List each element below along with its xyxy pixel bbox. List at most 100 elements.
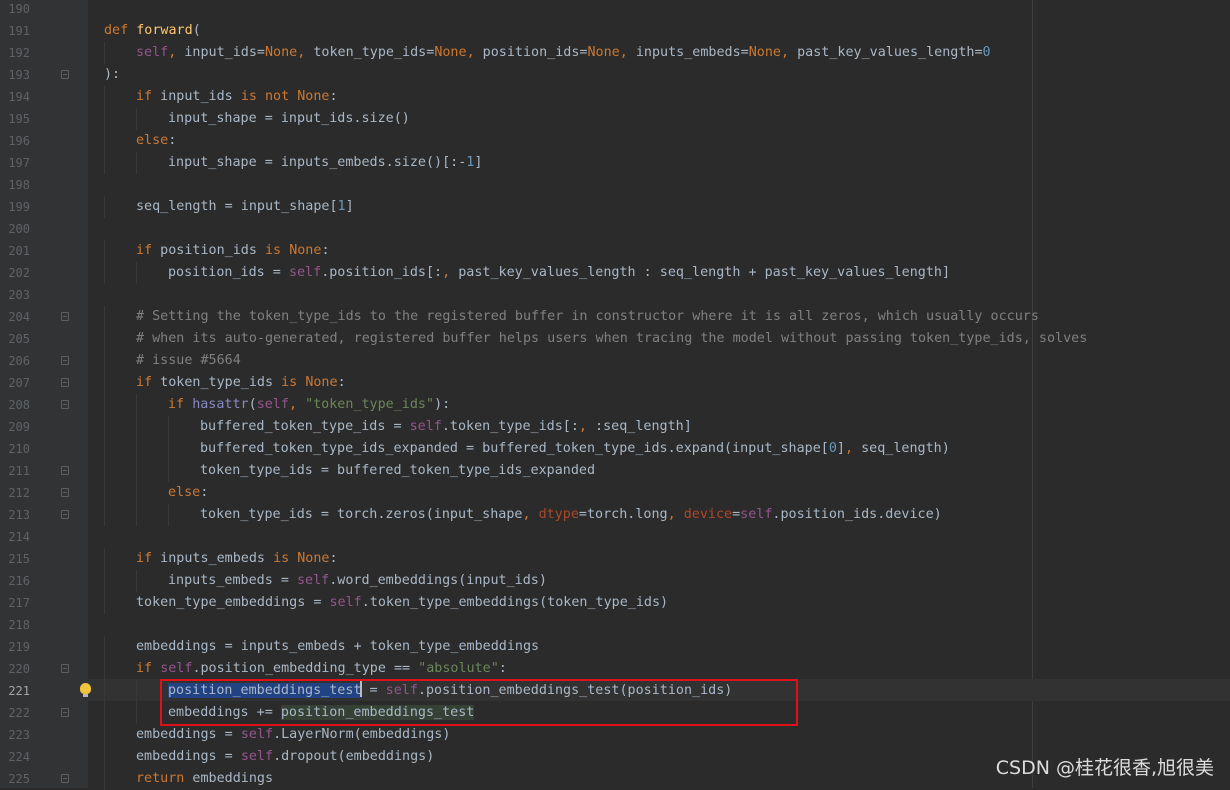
code-line[interactable]: 223 embeddings = self.LayerNorm(embeddin… — [0, 724, 1230, 746]
indent-guide — [104, 372, 105, 394]
fold-icon[interactable] — [61, 400, 69, 409]
fold-icon[interactable] — [61, 378, 69, 387]
fold-icon[interactable] — [61, 466, 69, 475]
code-line[interactable]: 196 else: — [0, 130, 1230, 152]
indent-guide — [136, 460, 137, 482]
line-number: 221 — [8, 684, 30, 698]
indent-guide — [104, 152, 105, 174]
indent-guide — [136, 152, 137, 174]
code-text: token_type_ids = buffered_token_type_ids… — [200, 463, 596, 478]
indent-guide — [136, 416, 137, 438]
code-line[interactable]: 211 token_type_ids = buffered_token_type… — [0, 460, 1230, 482]
indent-guide — [136, 680, 137, 702]
line-number: 193 — [8, 68, 30, 82]
code-text: if self.position_embedding_type == "abso… — [136, 661, 507, 676]
code-line[interactable]: 201 if position_ids is None: — [0, 240, 1230, 262]
code-line[interactable]: 215 if inputs_embeds is None: — [0, 548, 1230, 570]
line-number: 214 — [8, 530, 30, 544]
code-text: embeddings = self.LayerNorm(embeddings) — [136, 727, 451, 742]
code-text: else: — [136, 133, 177, 148]
code-line[interactable]: 202 position_ids = self.position_ids[:, … — [0, 262, 1230, 284]
line-number: 201 — [8, 244, 30, 258]
code-line[interactable]: 194 if input_ids is not None: — [0, 86, 1230, 108]
code-editor[interactable]: 190 191 def forward( 192 self, input_ids… — [0, 0, 1230, 790]
code-text: return embeddings — [136, 771, 274, 786]
code-text: # Setting the token_type_ids to the regi… — [136, 309, 1039, 324]
code-line[interactable]: 205 # when its auto-generated, registere… — [0, 328, 1230, 350]
code-text: else: — [168, 485, 209, 500]
code-line[interactable]: 219 embeddings = inputs_embeds + token_t… — [0, 636, 1230, 658]
code-line[interactable]: 193 ): — [0, 64, 1230, 86]
line-number: 225 — [8, 772, 30, 786]
indent-guide — [104, 350, 105, 372]
line-number: 206 — [8, 354, 30, 368]
code-line[interactable]: 208 if hasattr(self, "token_type_ids"): — [0, 394, 1230, 416]
code-line[interactable]: 216 inputs_embeds = self.word_embeddings… — [0, 570, 1230, 592]
indent-guide — [168, 460, 169, 482]
code-line[interactable]: 200 — [0, 218, 1230, 240]
fold-icon[interactable] — [61, 664, 69, 673]
code-text: embeddings = self.dropout(embeddings) — [136, 749, 435, 764]
code-line[interactable]: 218 — [0, 614, 1230, 636]
code-line[interactable]: 204 # Setting the token_type_ids to the … — [0, 306, 1230, 328]
line-number: 211 — [8, 464, 30, 478]
indent-guide — [136, 570, 137, 592]
code-line[interactable]: 192 self, input_ids=None, token_type_ids… — [0, 42, 1230, 64]
code-text: if token_type_ids is None: — [136, 375, 346, 390]
lightbulb-icon[interactable] — [80, 683, 91, 697]
code-line[interactable]: 207 if token_type_ids is None: — [0, 372, 1230, 394]
code-text: if position_ids is None: — [136, 243, 330, 258]
line-number: 192 — [8, 46, 30, 60]
code-line[interactable]: 199 seq_length = input_shape[1] — [0, 196, 1230, 218]
code-line[interactable]: 213 token_type_ids = torch.zeros(input_s… — [0, 504, 1230, 526]
line-number: 210 — [8, 442, 30, 456]
indent-guide — [104, 702, 105, 724]
code-line[interactable]: 197 input_shape = inputs_embeds.size()[:… — [0, 152, 1230, 174]
code-line[interactable]: 214 — [0, 526, 1230, 548]
line-number: 198 — [8, 178, 30, 192]
indent-guide — [104, 482, 105, 504]
code-text: if inputs_embeds is None: — [136, 551, 338, 566]
code-line[interactable]: 209 buffered_token_type_ids = self.token… — [0, 416, 1230, 438]
indent-guide — [136, 394, 137, 416]
fold-icon[interactable] — [61, 488, 69, 497]
code-line[interactable]: 191 def forward( — [0, 20, 1230, 42]
line-number: 209 — [8, 420, 30, 434]
fold-icon[interactable] — [61, 510, 69, 519]
code-line[interactable]: 195 input_shape = input_ids.size() — [0, 108, 1230, 130]
code-line[interactable]: 220 if self.position_embedding_type == "… — [0, 658, 1230, 680]
fold-icon[interactable] — [61, 312, 69, 321]
indent-guide — [104, 658, 105, 680]
line-number: 224 — [8, 750, 30, 764]
code-line[interactable]: 217 token_type_embeddings = self.token_t… — [0, 592, 1230, 614]
code-text: input_shape = input_ids.size() — [168, 111, 410, 126]
indent-guide — [168, 416, 169, 438]
indent-guide — [104, 328, 105, 350]
code-text: input_shape = inputs_embeds.size()[:-1] — [168, 155, 483, 170]
indent-guide — [136, 482, 137, 504]
line-number: 213 — [8, 508, 30, 522]
code-line[interactable]: 190 — [0, 0, 1230, 20]
code-text: inputs_embeds = self.word_embeddings(inp… — [168, 573, 547, 588]
code-text: if hasattr(self, "token_type_ids"): — [168, 397, 451, 412]
code-line[interactable]: 203 — [0, 284, 1230, 306]
code-text: token_type_embeddings = self.token_type_… — [136, 595, 669, 610]
line-number: 217 — [8, 596, 30, 610]
line-number: 202 — [8, 266, 30, 280]
code-line[interactable]: 210 buffered_token_type_ids_expanded = b… — [0, 438, 1230, 460]
line-number: 190 — [8, 2, 30, 16]
fold-icon[interactable] — [61, 708, 69, 717]
code-line[interactable]: 198 — [0, 174, 1230, 196]
code-line[interactable]: 212 else: — [0, 482, 1230, 504]
indent-guide — [104, 108, 105, 130]
code-line[interactable]: 206 # issue #5664 — [0, 350, 1230, 372]
line-number: 199 — [8, 200, 30, 214]
fold-icon[interactable] — [61, 356, 69, 365]
indent-guide — [136, 438, 137, 460]
indent-guide — [104, 42, 105, 64]
indent-guide — [136, 702, 137, 724]
indent-guide — [104, 504, 105, 526]
fold-icon[interactable] — [61, 774, 69, 783]
indent-guide — [136, 108, 137, 130]
fold-icon[interactable] — [61, 70, 69, 79]
